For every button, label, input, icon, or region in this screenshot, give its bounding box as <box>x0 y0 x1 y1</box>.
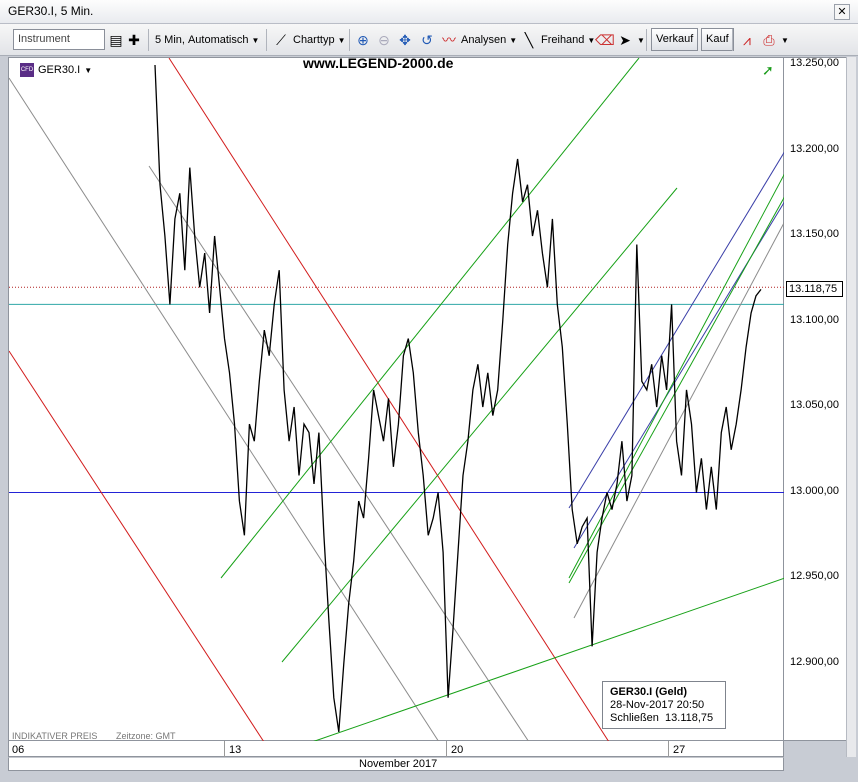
y-tick-label: 13.050,00 <box>790 399 839 411</box>
toolbar-divider <box>148 29 149 51</box>
zoom-out-icon[interactable]: ⊖ <box>375 29 393 51</box>
red-channel-line <box>9 350 265 742</box>
x-tick-label: 20 <box>451 744 464 756</box>
cursor-dropdown[interactable]: ➤ ▼ <box>616 29 645 51</box>
price-legend: GER30.I (Geld) 28-Nov-2017 20:50 Schließ… <box>602 681 726 729</box>
print-icon: ⎙ <box>763 32 775 48</box>
cfd-badge-icon: CFD <box>20 63 34 77</box>
legend-title: GER30.I (Geld) <box>610 686 688 698</box>
chevron-down-icon: ▼ <box>84 65 93 75</box>
month-bar: November 2017 <box>8 757 784 771</box>
analysen-dropdown[interactable]: 〰 Analysen ▼ <box>440 29 517 51</box>
blue-channel-line <box>568 150 785 509</box>
chart-area[interactable] <box>8 57 785 742</box>
indicator-icon[interactable]: ⩘ <box>738 29 756 51</box>
y-tick-label: 13.250,00 <box>790 57 839 69</box>
freihand-dropdown[interactable]: ╲ Freihand ▼ <box>520 29 596 51</box>
instrument-list-icon[interactable]: ▤ <box>107 29 125 51</box>
instrument-selector[interactable]: CFD GER30.I ▼ <box>20 63 92 77</box>
print-dropdown[interactable]: ⎙ ▼ <box>760 29 789 51</box>
y-tick-label: 12.900,00 <box>790 656 839 668</box>
toolbar-divider <box>349 29 350 51</box>
line-chart-icon: ⟋ <box>276 32 286 48</box>
analysis-icon: 〰 <box>442 32 456 48</box>
chevron-down-icon: ▼ <box>337 35 346 45</box>
green-channel-line <box>568 172 785 579</box>
y-tick-label: 13.150,00 <box>790 228 839 240</box>
y-tick-label: 12.950,00 <box>790 570 839 582</box>
window-title: GER30.I, 5 Min. <box>8 4 94 18</box>
x-tick <box>668 741 669 757</box>
month-label: November 2017 <box>359 758 438 770</box>
cursor-icon: ➤ <box>619 32 631 48</box>
charttyp-label: Charttyp <box>293 34 335 46</box>
zeitzone-label: Zeitzone: GMT <box>116 731 176 741</box>
instrument-label: GER30.I <box>38 64 81 76</box>
instrument-input[interactable]: Instrument <box>13 29 105 50</box>
legend-datetime: 28-Nov-2017 20:50 <box>610 699 705 711</box>
pan-icon[interactable]: ✥ <box>396 29 414 51</box>
title-bar: GER30.I, 5 Min. ✕ <box>0 0 858 24</box>
y-tick-label: 13.100,00 <box>790 314 839 326</box>
chevron-down-icon: ▼ <box>509 35 518 45</box>
x-tick <box>224 741 225 757</box>
mode-label: Automatisch <box>187 34 249 46</box>
eraser-icon[interactable]: ⌫ <box>595 29 615 51</box>
toolbar-divider <box>646 29 647 51</box>
analysen-label: Analysen <box>461 34 507 46</box>
x-tick-label: 27 <box>673 744 686 756</box>
interval-dropdown[interactable]: 5 Min, Automatisch ▼ <box>155 29 259 51</box>
watermark: www.LEGEND-2000.de <box>303 55 454 71</box>
green-channel-line <box>281 187 678 663</box>
kauf-button[interactable]: Kauf <box>701 28 734 51</box>
toolbar: Instrument ▤ ✚ 5 Min, Automatisch ▼ ⟋ Chart… <box>0 24 858 56</box>
charttyp-dropdown[interactable]: ⟋ Charttyp ▼ <box>272 29 346 51</box>
x-tick-label: 13 <box>229 744 242 756</box>
freihand-label: Freihand <box>541 34 585 46</box>
price-chart[interactable] <box>9 58 785 742</box>
gray-channel-line <box>148 165 530 742</box>
legend-label: Schließen <box>610 712 659 724</box>
y-tick-label: 13.200,00 <box>790 143 839 155</box>
gray-channel-line <box>573 220 785 619</box>
chevron-down-icon: ▼ <box>251 35 260 45</box>
x-tick <box>446 741 447 757</box>
gray-channel-line <box>9 77 440 742</box>
close-icon[interactable]: ✕ <box>834 4 850 20</box>
green-channel-line <box>220 58 640 579</box>
trend-up-icon: ➚ <box>762 62 774 78</box>
y-tick-label: 13.000,00 <box>790 485 839 497</box>
toolbar-divider <box>732 29 733 51</box>
undo-icon[interactable]: ↺ <box>418 29 436 51</box>
interval-label: 5 Min, <box>155 34 185 46</box>
last-price-marker: 13.118,75 <box>786 281 843 297</box>
verkauf-button[interactable]: Verkauf <box>651 28 699 51</box>
vertical-scrollbar[interactable] <box>846 57 856 757</box>
price-series-line <box>154 64 762 732</box>
toolbar-divider <box>266 29 267 51</box>
zoom-in-icon[interactable]: ⊕ <box>354 29 372 51</box>
pen-icon: ╲ <box>524 32 534 48</box>
chevron-down-icon: ▼ <box>781 35 789 45</box>
indikativ-label: INDIKATIVER PREIS <box>12 731 98 741</box>
chevron-down-icon: ▼ <box>637 35 645 45</box>
legend-value: 13.118,75 <box>665 712 714 724</box>
compare-icon[interactable]: ✚ <box>125 29 143 51</box>
x-tick-label: 06 <box>12 744 25 756</box>
